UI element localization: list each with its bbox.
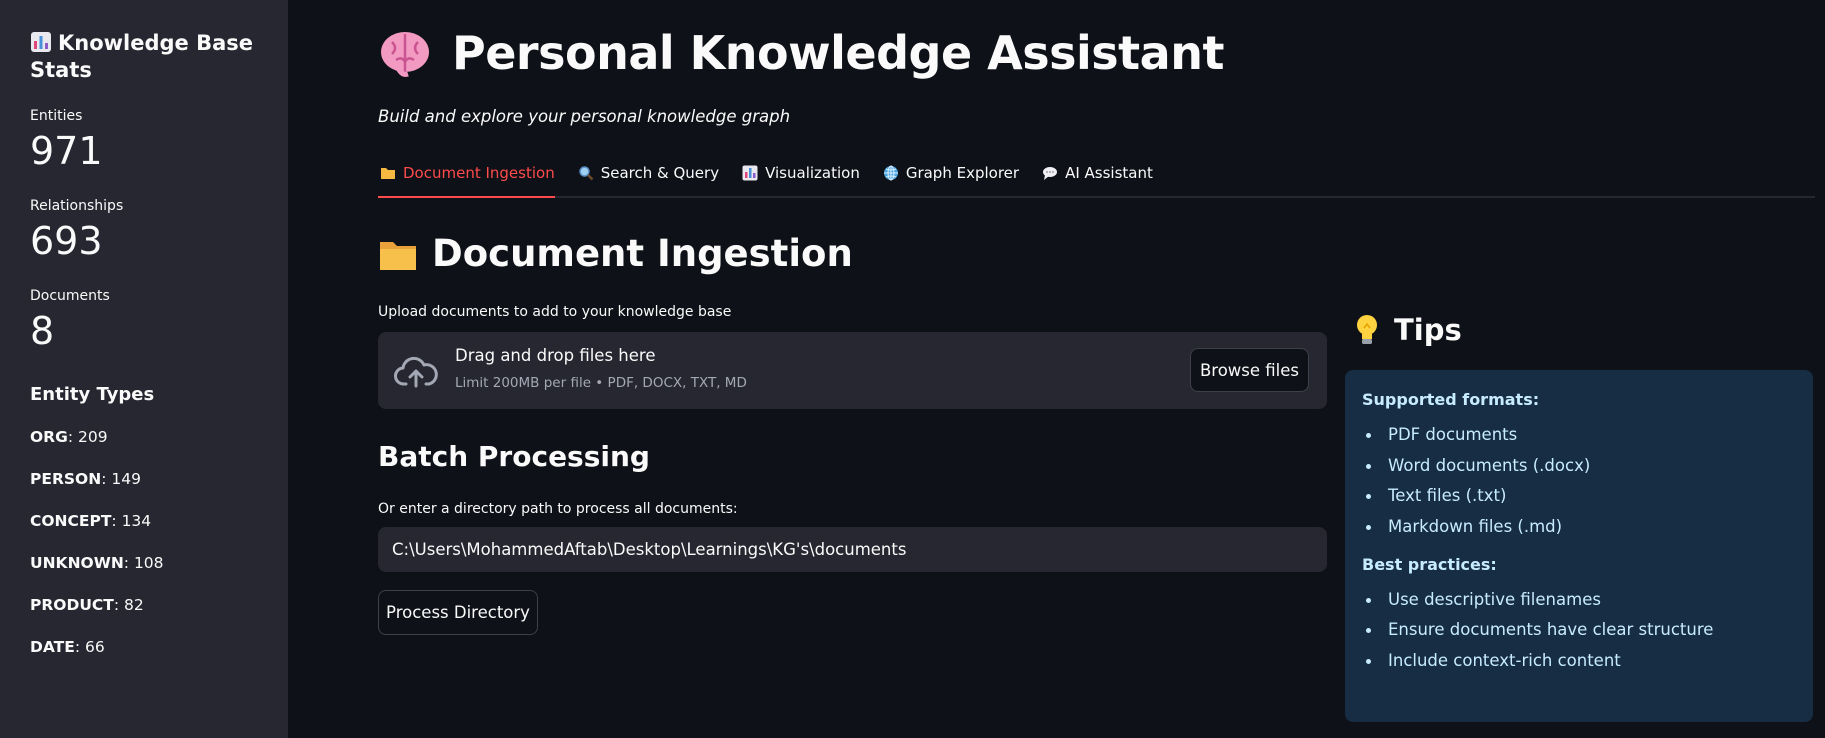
entity-type-item: PERSON: 149: [30, 470, 141, 488]
file-dropzone[interactable]: Drag and drop files here Limit 200MB per…: [378, 332, 1327, 409]
metric-relationships: Relationships 693: [30, 198, 258, 264]
folder-icon: [381, 168, 395, 179]
magnifier-icon: [578, 166, 594, 181]
tab-visualization[interactable]: Visualization: [740, 160, 860, 198]
browse-files-button[interactable]: Browse files: [1190, 348, 1309, 392]
page-title: Personal Knowledge Assistant: [378, 26, 1224, 80]
supported-formats-heading: Supported formats:: [1362, 390, 1540, 409]
speech-bubble-icon: [1043, 167, 1058, 180]
metric-entities: Entities 971: [30, 108, 258, 174]
bar-chart-icon: [31, 32, 51, 52]
tab-bar: Document Ingestion Search & Query Visual…: [378, 160, 1815, 198]
list-item: Include context-rich content: [1362, 651, 1796, 671]
brain-icon: [381, 32, 429, 77]
best-practices-heading: Best practices:: [1362, 554, 1497, 574]
globe-icon: [883, 165, 898, 181]
tab-graph-explorer[interactable]: Graph Explorer: [881, 160, 1019, 198]
tab-document-ingestion[interactable]: Document Ingestion: [378, 160, 555, 198]
list-item: Use descriptive filenames: [1362, 590, 1796, 610]
entity-type-item: ORG: 209: [30, 428, 108, 446]
sidebar: Knowledge Base Stats Entities 971 Relati…: [0, 0, 288, 738]
metric-label: Entities: [30, 108, 83, 124]
lightbulb-icon: [1357, 315, 1377, 344]
tab-search-query[interactable]: Search & Query: [576, 160, 719, 198]
metric-documents: Documents 8: [30, 288, 258, 354]
cloud-upload-icon: [394, 356, 438, 388]
formats-list: PDF documents Word documents (.docx) Tex…: [1362, 425, 1796, 537]
entity-type-item: DATE: 66: [30, 638, 105, 656]
dropzone-title: Drag and drop files here: [455, 346, 656, 365]
tips-heading: Tips: [1354, 313, 1462, 347]
entity-type-item: CONCEPT: 134: [30, 512, 152, 530]
metric-value: 971: [30, 129, 103, 173]
folder-icon: [380, 241, 416, 270]
dropzone-limit: Limit 200MB per file • PDF, DOCX, TXT, M…: [455, 375, 747, 391]
list-item: Ensure documents have clear structure: [1362, 620, 1796, 640]
sidebar-title: Knowledge Base Stats: [30, 31, 254, 82]
main-content: Personal Knowledge Assistant Build and e…: [378, 0, 1815, 738]
tab-ai-assistant[interactable]: AI Assistant: [1040, 160, 1153, 198]
list-item: Markdown files (.md): [1362, 517, 1796, 537]
chart-icon: [742, 165, 758, 181]
list-item: PDF documents: [1362, 425, 1796, 445]
list-item: Text files (.txt): [1362, 486, 1796, 506]
directory-label: Or enter a directory path to process all…: [378, 501, 738, 517]
directory-path-input[interactable]: [378, 527, 1327, 572]
page-subtitle: Build and explore your personal knowledg…: [378, 107, 791, 126]
metric-value: 8: [30, 309, 55, 353]
process-directory-button[interactable]: Process Directory: [378, 590, 538, 635]
upload-label: Upload documents to add to your knowledg…: [378, 304, 732, 320]
practices-list: Use descriptive filenames Ensure documen…: [1362, 590, 1796, 671]
section-heading-ingestion: Document Ingestion: [378, 232, 853, 275]
list-item: Word documents (.docx): [1362, 456, 1796, 476]
metric-value: 693: [30, 219, 103, 263]
metric-label: Relationships: [30, 198, 124, 214]
entity-type-item: PRODUCT: 82: [30, 596, 144, 614]
metric-label: Documents: [30, 288, 110, 304]
batch-processing-heading: Batch Processing: [378, 440, 650, 473]
entity-type-item: UNKNOWN: 108: [30, 554, 164, 572]
entity-types-heading: Entity Types: [30, 384, 155, 405]
tips-info-box: Supported formats: PDF documents Word do…: [1345, 370, 1813, 722]
